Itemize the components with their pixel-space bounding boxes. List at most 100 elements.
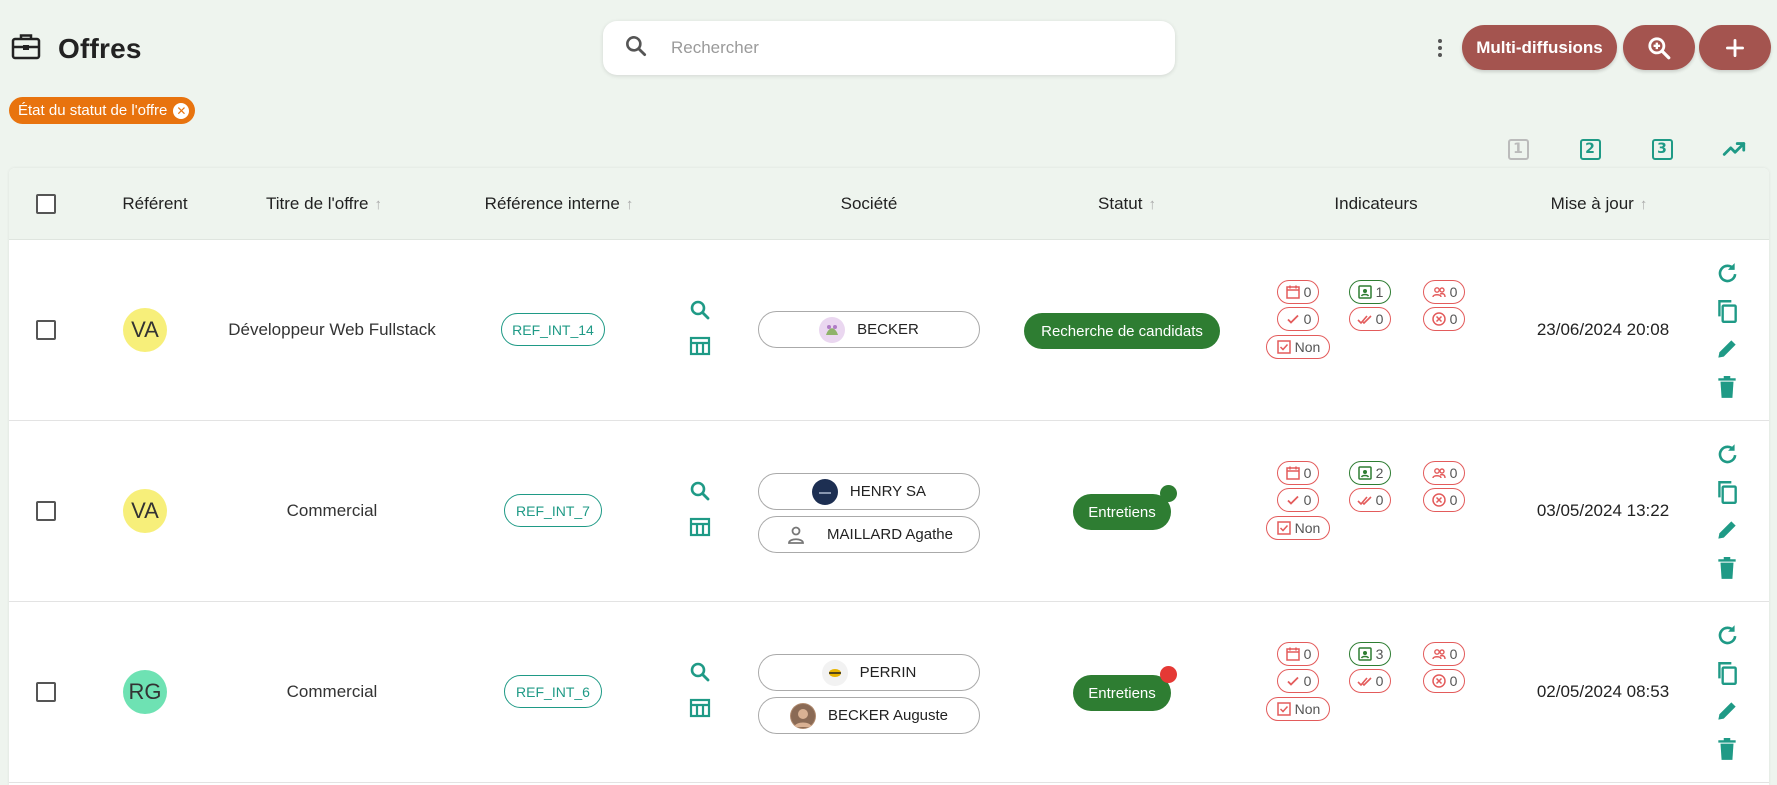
checkbox-icon [1276,521,1291,535]
offer-title[interactable]: Commercial [205,682,459,702]
contact-name: BECKER Auguste [827,707,949,724]
company-logo-icon [819,316,846,343]
cancel-circle-icon [1431,674,1446,688]
check-icon [1286,495,1299,505]
table-view-icon[interactable] [688,696,712,720]
cancel-circle-icon [1431,312,1446,326]
search-icon[interactable] [688,298,712,322]
status-badge: Entretiens [1073,494,1171,530]
search-box[interactable] [603,21,1175,75]
company-name: PERRIN [859,664,917,681]
col-titre[interactable]: Titre de l'offre ↑ [239,168,409,240]
delete-icon[interactable] [1714,374,1740,400]
indicator-calendar: 0 [1277,280,1319,304]
view-switcher: 1 2 3 [0,134,1777,164]
table-row[interactable]: VA Commercial REF_INT_7 HENRY SA MAILLAR… [9,421,1769,602]
indicator-check: 0 [1277,307,1319,331]
indicator-calendar: 0 [1277,461,1319,485]
view-2-button[interactable]: 2 [1575,134,1605,164]
col-referent: Référent [122,194,188,213]
view-1-button[interactable]: 1 [1503,134,1533,164]
add-offer-button[interactable] [1699,25,1771,70]
col-mise-a-jour[interactable]: Mise à jour ↑ [1519,168,1679,240]
edit-icon[interactable] [1714,517,1740,543]
company-chip[interactable]: BECKER [758,311,980,348]
check-icon [1286,676,1299,686]
indicator-candidat: 1 [1349,280,1391,304]
avatar: VA [123,489,167,533]
refresh-icon[interactable] [1714,260,1740,286]
row-actions [1712,260,1742,400]
copy-icon[interactable] [1714,479,1740,505]
indicator-box: Non [1266,516,1330,540]
select-all-checkbox[interactable] [31,189,61,219]
company-logo-icon [821,659,848,686]
col-reference[interactable]: Référence interne ↑ [464,168,654,240]
double-check-icon [1357,315,1372,325]
search-icon[interactable] [688,660,712,684]
table-view-icon[interactable] [688,334,712,358]
indicator-check: 0 [1277,669,1319,693]
indicator-box: Non [1266,335,1330,359]
contact-card-icon [1357,466,1372,480]
group-icon [1431,468,1446,479]
row-checkbox[interactable] [31,677,61,707]
search-input[interactable] [669,37,1175,59]
indicator-double-check: 0 [1349,488,1391,512]
filter-chip-statut[interactable]: État du statut de l'offre ✕ [9,97,196,124]
calendar-icon [1285,647,1300,661]
row-actions [1712,441,1742,581]
indicator-double-check: 0 [1349,669,1391,693]
page-header: Offres [10,30,142,67]
table-row[interactable]: RG Commercial REF_INT_6 PERRIN BECKER Au… [9,602,1769,783]
copy-icon[interactable] [1714,298,1740,324]
indicator-check: 0 [1277,488,1319,512]
copy-icon[interactable] [1714,660,1740,686]
contact-chip[interactable]: MAILLARD Agathe [758,516,980,553]
reference-badge: REF_INT_6 [504,675,602,708]
company-logo-icon [811,478,838,505]
sort-arrow-icon: ↑ [374,195,382,213]
multi-diffusions-button[interactable]: Multi-diffusions [1462,25,1617,70]
indicator-group: 0 [1423,280,1465,304]
view-3-button[interactable]: 3 [1647,134,1677,164]
more-options-icon[interactable] [1430,34,1450,62]
offer-title[interactable]: Commercial [205,501,459,521]
contact-card-icon [1357,285,1372,299]
edit-icon[interactable] [1714,698,1740,724]
company-chip[interactable]: PERRIN [758,654,980,691]
indicator-calendar: 0 [1277,642,1319,666]
status-badge: Recherche de candidats [1024,313,1220,349]
advanced-search-button[interactable] [1623,25,1695,70]
search-icon[interactable] [688,479,712,503]
briefcase-icon [10,30,42,67]
company-name: BECKER [857,321,919,338]
row-checkbox[interactable] [31,496,61,526]
cancel-circle-icon [1431,493,1446,507]
indicator-candidat: 3 [1349,642,1391,666]
close-icon[interactable]: ✕ [173,102,190,119]
refresh-icon[interactable] [1714,622,1740,648]
delete-icon[interactable] [1714,555,1740,581]
filter-chip-label: État du statut de l'offre [18,102,168,119]
company-name: HENRY SA [849,483,927,500]
row-checkbox[interactable] [31,315,61,345]
group-icon [1431,649,1446,660]
company-chip[interactable]: HENRY SA [758,473,980,510]
col-indicateurs: Indicateurs [1334,194,1418,213]
edit-icon[interactable] [1714,336,1740,362]
sort-arrow-icon: ↑ [1148,195,1156,213]
delete-icon[interactable] [1714,736,1740,762]
calendar-icon [1285,466,1300,480]
contact-chip[interactable]: BECKER Auguste [758,697,980,734]
indicator-box: Non [1266,697,1330,721]
table-view-icon[interactable] [688,515,712,539]
offer-title[interactable]: Développeur Web Fullstack [205,320,459,340]
person-icon [788,526,804,544]
page-title: Offres [58,32,142,64]
refresh-icon[interactable] [1714,441,1740,467]
trending-up-icon[interactable] [1719,134,1749,164]
col-statut[interactable]: Statut ↑ [1067,168,1187,240]
indicator-group: 0 [1423,461,1465,485]
table-row[interactable]: VA Développeur Web Fullstack REF_INT_14 … [9,240,1769,421]
